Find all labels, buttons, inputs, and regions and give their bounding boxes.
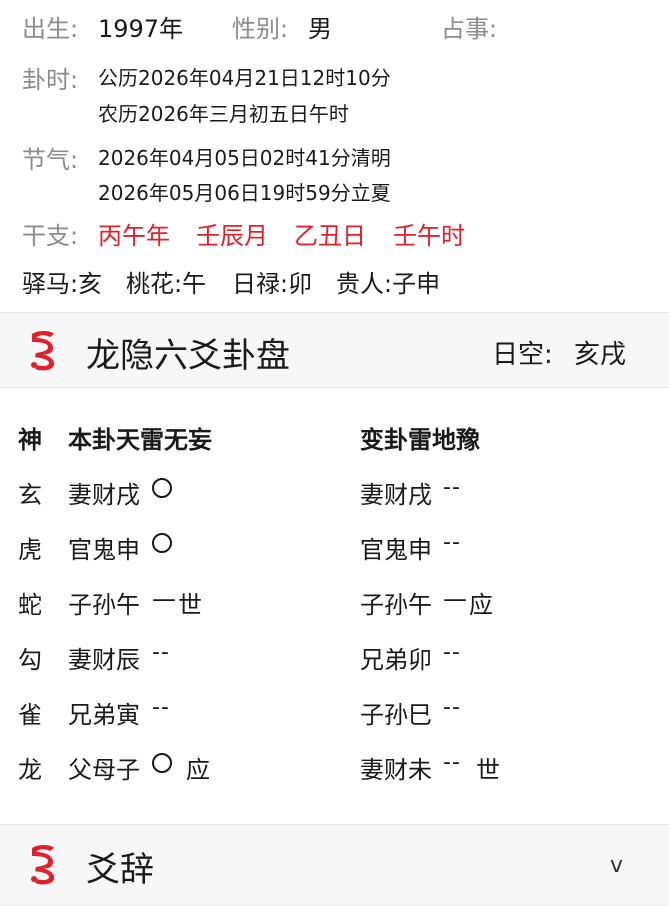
moving-circle-icon	[152, 533, 172, 554]
bian-line: --	[443, 640, 461, 665]
birth-value: 1997年	[98, 15, 184, 43]
ben-cell: 官鬼申	[68, 536, 140, 564]
ben-line: --	[152, 695, 170, 720]
bian-cell: 妻财未	[360, 756, 432, 784]
moving-circle-icon	[152, 753, 172, 774]
term-label: 节气:	[22, 146, 79, 174]
god-cell: 虎	[18, 536, 42, 564]
moving-circle-icon	[152, 478, 172, 499]
ben-line: —	[152, 585, 176, 613]
panel-header: 龙隐六爻卦盘 日空: 亥戌	[0, 312, 669, 388]
shensha-guiren: 贵人:子申	[336, 270, 441, 298]
god-cell: 龙	[18, 756, 42, 784]
bian-line: --	[443, 530, 461, 555]
bian-cell: 子孙午	[360, 591, 432, 619]
bian-line: —	[443, 585, 467, 613]
god-cell: 雀	[18, 701, 42, 729]
bian-line: --	[443, 750, 461, 775]
god-cell: 勾	[18, 646, 42, 674]
chevron-down-icon[interactable]: v	[610, 853, 623, 878]
matter-label: 占事:	[441, 15, 498, 43]
col-god-header: 神	[18, 426, 42, 454]
ben-cell: 父母子	[68, 756, 140, 784]
kong-label: 日空:	[492, 340, 553, 370]
col-ben-header: 本卦天雷无妄	[68, 426, 212, 454]
shensha-yima: 驿马:亥	[22, 270, 103, 298]
ganzhi-hour: 壬午时	[393, 222, 465, 250]
kong-value: 亥戌	[574, 340, 627, 370]
bian-cell: 官鬼申	[360, 536, 432, 564]
gender-value: 男	[308, 15, 332, 43]
gender-label: 性别:	[232, 15, 289, 43]
panel-title: 龙隐六爻卦盘	[86, 336, 290, 376]
time-solar: 公历2026年04月21日12时10分	[98, 66, 391, 90]
dragon-logo-icon	[31, 331, 55, 371]
bian-tag: 世	[476, 756, 500, 784]
bian-cell: 妻财戌	[360, 481, 432, 509]
term-2: 2026年05月06日19时59分立夏	[98, 181, 391, 205]
god-cell: 玄	[18, 481, 42, 509]
bian-line: --	[443, 695, 461, 720]
shensha-taohua: 桃花:午	[126, 270, 207, 298]
shensha-rilu: 日禄:卯	[232, 270, 313, 298]
time-lunar: 农历2026年三月初五日午时	[98, 102, 349, 126]
ganzhi-year: 丙午年	[98, 222, 170, 250]
bian-cell: 兄弟卯	[360, 646, 432, 674]
time-label: 卦时:	[22, 66, 79, 94]
ben-cell: 子孙午	[68, 591, 140, 619]
section-title: 爻辞	[86, 850, 154, 890]
term-1: 2026年04月05日02时41分清明	[98, 146, 391, 170]
ben-cell: 妻财辰	[68, 646, 140, 674]
god-cell: 蛇	[18, 591, 42, 619]
birth-label: 出生:	[22, 15, 79, 43]
ganzhi-label: 干支:	[22, 222, 79, 250]
ganzhi-day: 乙丑日	[294, 222, 366, 250]
ben-cell: 妻财戌	[68, 481, 140, 509]
ben-cell: 兄弟寅	[68, 701, 140, 729]
ben-tag: 应	[186, 756, 210, 784]
bian-tag: 应	[469, 591, 493, 619]
ben-line: --	[152, 640, 170, 665]
ganzhi-month: 壬辰月	[196, 222, 268, 250]
col-bian-header: 变卦雷地豫	[360, 426, 480, 454]
bian-line: --	[443, 475, 461, 500]
yaoci-section-header[interactable]: 爻辞 v	[0, 824, 669, 906]
bian-cell: 子孙巳	[360, 701, 432, 729]
ben-tag: 世	[178, 591, 202, 619]
dragon-logo-icon	[31, 845, 55, 885]
